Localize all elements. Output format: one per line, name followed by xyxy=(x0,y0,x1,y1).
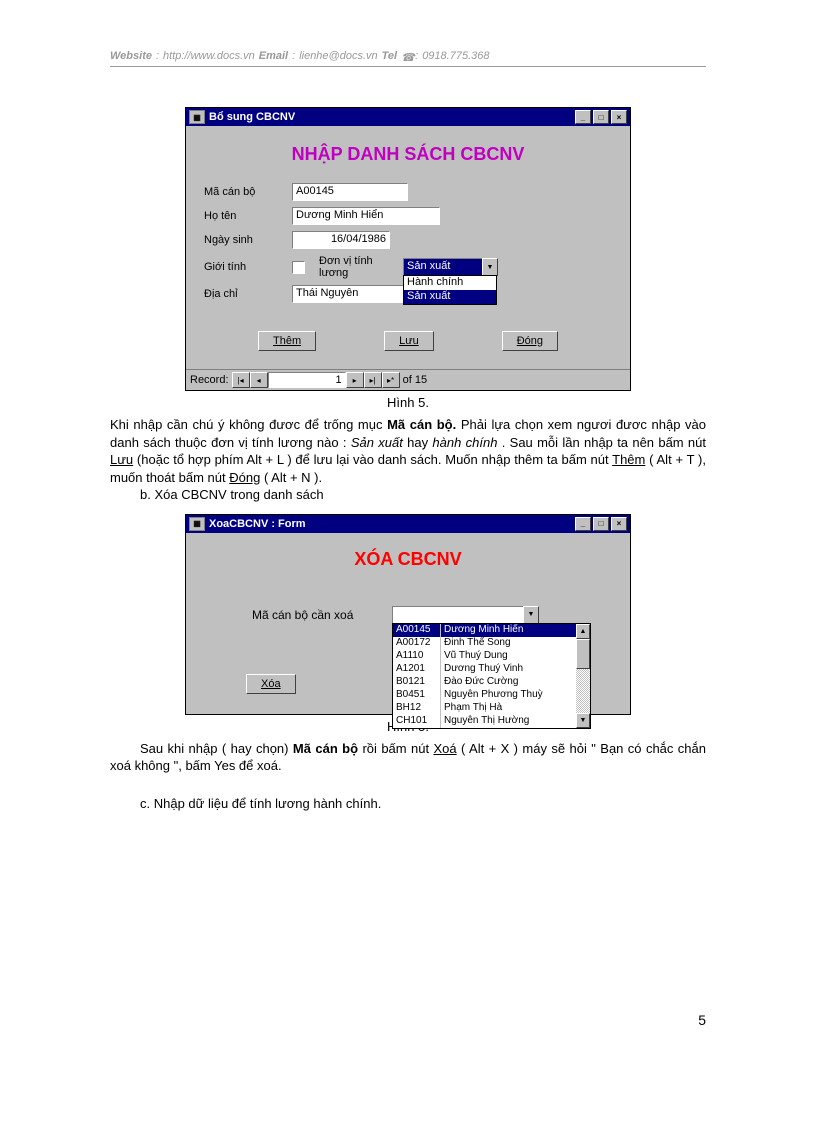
xoa-button[interactable]: Xóa xyxy=(246,674,296,694)
email-value: lienhe@docs.vn xyxy=(299,50,377,62)
tel-label: Tel xyxy=(382,50,398,62)
record-navigator: Record: |◂ ◂ 1 ▸ ▸| ▸* of 15 xyxy=(186,369,630,390)
luu-button[interactable]: Lưu xyxy=(384,331,434,351)
list-item[interactable]: B0121Đào Đức Cường xyxy=(393,676,576,689)
label-ma-can-bo-xoa: Mã cán bộ cần xoá xyxy=(252,606,392,622)
input-ngay-sinh[interactable]: 16/04/1986 xyxy=(292,231,390,249)
label-gioi-tinh: Giới tính xyxy=(204,261,292,273)
dropdown-don-vi[interactable]: Hành chính Sản xuất xyxy=(403,275,497,305)
label-ho-ten: Họ tên xyxy=(204,210,292,222)
form-heading-xoa: XÓA CBCNV xyxy=(192,539,624,588)
email-label: Email xyxy=(259,50,288,62)
dropdown-button[interactable]: ▼ xyxy=(482,258,498,276)
form-heading: NHẬP DANH SÁCH CBCNV xyxy=(204,134,612,183)
form-icon: ▦ xyxy=(189,110,205,124)
list-item[interactable]: B0451Nguyễn Phương Thuỳ xyxy=(393,689,576,702)
dong-button[interactable]: Đóng xyxy=(502,331,558,351)
list-item[interactable]: A00172Đinh Thế Song xyxy=(393,637,576,650)
window-xoa-cbcnv: ▦ XoaCBCNV : Form _ □ × XÓA CBCNV Mã cán… xyxy=(185,514,631,715)
option-san-xuat[interactable]: Sản xuất xyxy=(404,290,496,304)
titlebar-xoa: ▦ XoaCBCNV : Form _ □ × xyxy=(186,515,630,533)
page-number: 5 xyxy=(110,812,706,1028)
page-header: Website : http://www.docs.vn Email : lie… xyxy=(110,50,706,67)
nav-new-button[interactable]: ▸* xyxy=(382,372,400,388)
input-ma-can-bo[interactable]: A00145 xyxy=(292,183,408,201)
input-ma-can-bo-xoa[interactable] xyxy=(392,606,523,624)
list-item[interactable]: A1201Dương Thuý Vinh xyxy=(393,663,576,676)
nav-last-button[interactable]: ▸| xyxy=(364,372,382,388)
label-ngay-sinh: Ngày sinh xyxy=(204,234,292,246)
window-title-xoa: XoaCBCNV : Form xyxy=(209,518,306,530)
combo-don-vi-selected: Sản xuất xyxy=(404,259,482,275)
phone-icon: ☎ xyxy=(401,51,411,61)
checkbox-gioi-tinh[interactable] xyxy=(292,261,305,274)
input-ho-ten[interactable]: Dương Minh Hiển xyxy=(292,207,440,225)
close-button[interactable]: × xyxy=(611,110,627,124)
window-title: Bổ sung CBCNV xyxy=(209,111,295,123)
list-item[interactable]: CH101Nguyễn Thị Hường xyxy=(393,715,576,728)
dropdown-employee-list[interactable]: A00145Dương Minh HiểnA00172Đinh Thế Song… xyxy=(392,623,591,729)
nav-prev-button[interactable]: ◂ xyxy=(250,372,268,388)
them-button[interactable]: Thêm xyxy=(258,331,316,351)
record-number[interactable]: 1 xyxy=(268,372,346,388)
minimize-button[interactable]: _ xyxy=(575,110,591,124)
paragraph-1: Khi nhập cần chú ý không đươc để trống m… xyxy=(110,416,706,486)
record-count: of 15 xyxy=(403,374,427,386)
paragraph-2: Sau khi nhập ( hay chọn) Mã cán bộ rồi b… xyxy=(110,740,706,775)
titlebar: ▦ Bổ sung CBCNV _ □ × xyxy=(186,108,630,126)
scroll-thumb[interactable] xyxy=(576,639,590,669)
nav-next-button[interactable]: ▸ xyxy=(346,372,364,388)
window-bo-sung-cbcnv: ▦ Bổ sung CBCNV _ □ × NHẬP DANH SÁCH CBC… xyxy=(185,107,631,391)
form-icon: ▦ xyxy=(189,517,205,531)
list-item[interactable]: A1110Vũ Thuý Dung xyxy=(393,650,576,663)
dropdown-button[interactable]: ▼ xyxy=(523,606,539,624)
minimize-button[interactable]: _ xyxy=(575,517,591,531)
list-item[interactable]: BH12Phạm Thị Hà xyxy=(393,702,576,715)
maximize-button[interactable]: □ xyxy=(593,517,609,531)
label-don-vi: Đơn vị tính lương xyxy=(319,255,403,279)
record-label: Record: xyxy=(190,374,229,386)
scrollbar[interactable]: ▲ ▼ xyxy=(576,624,590,728)
tel-value: 0918.775.368 xyxy=(422,50,489,62)
input-dia-chi[interactable]: Thái Nguyên xyxy=(292,285,408,303)
list-item[interactable]: A00145Dương Minh Hiển xyxy=(393,624,576,637)
maximize-button[interactable]: □ xyxy=(593,110,609,124)
website-value: http://www.docs.vn xyxy=(163,50,255,62)
label-ma-can-bo: Mã cán bộ xyxy=(204,186,292,198)
combo-don-vi[interactable]: Sản xuất ▼ Hành chính Sản xuất xyxy=(403,258,498,276)
close-button[interactable]: × xyxy=(611,517,627,531)
label-dia-chi: Địa chỉ xyxy=(204,288,292,300)
website-label: Website xyxy=(110,50,152,62)
scroll-down-button[interactable]: ▼ xyxy=(576,713,590,728)
scroll-up-button[interactable]: ▲ xyxy=(576,624,590,639)
nav-first-button[interactable]: |◂ xyxy=(232,372,250,388)
combo-ma-can-bo[interactable]: ▼ A00145Dương Minh HiểnA00172Đinh Thế So… xyxy=(392,606,539,624)
option-hanh-chinh[interactable]: Hành chính xyxy=(404,276,496,290)
caption-hinh5-1: Hình 5. xyxy=(110,395,706,410)
paragraph-c: c. Nhập dữ liệu để tính lương hành chính… xyxy=(140,795,706,813)
paragraph-b: b. Xóa CBCNV trong danh sách xyxy=(140,486,706,504)
